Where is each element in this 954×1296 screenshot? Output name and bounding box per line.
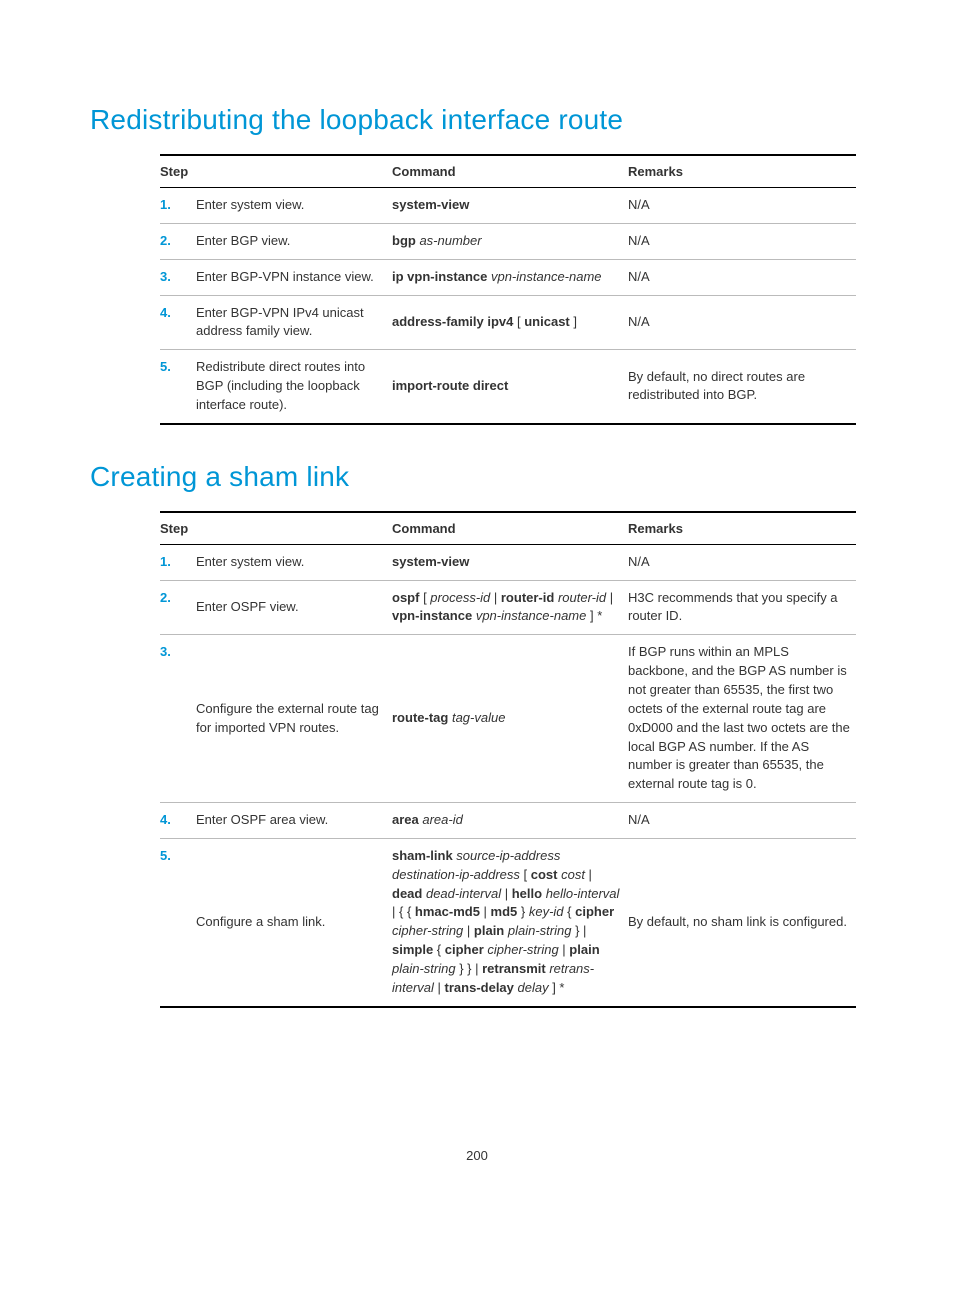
command-text: bgp as-number — [392, 223, 628, 259]
step-text: Redistribute direct routes into BGP (inc… — [196, 350, 392, 424]
command-text: sham-link source-ip-address destination-… — [392, 838, 628, 1006]
step-number: 2. — [160, 580, 196, 635]
th-command: Command — [392, 155, 628, 188]
table-row: 3.Enter BGP-VPN instance view.ip vpn-ins… — [160, 259, 856, 295]
command-text: system-view — [392, 188, 628, 224]
step-text: Enter system view. — [196, 544, 392, 580]
table-row: 2.Enter BGP view.bgp as-numberN/A — [160, 223, 856, 259]
step-number: 3. — [160, 259, 196, 295]
th-remarks: Remarks — [628, 155, 856, 188]
step-number: 1. — [160, 544, 196, 580]
table-sham-link: Step Command Remarks 1.Enter system view… — [160, 511, 856, 1008]
step-text: Enter BGP-VPN IPv4 unicast address famil… — [196, 295, 392, 350]
step-text: Configure the external route tag for imp… — [196, 635, 392, 803]
command-text: ospf [ process-id | router-id router-id … — [392, 580, 628, 635]
table-row: 4.Enter BGP-VPN IPv4 unicast address fam… — [160, 295, 856, 350]
remarks-text: N/A — [628, 544, 856, 580]
remarks-text: N/A — [628, 259, 856, 295]
table-row: 5.Redistribute direct routes into BGP (i… — [160, 350, 856, 424]
remarks-text: N/A — [628, 223, 856, 259]
table-row: 2.Enter OSPF view.ospf [ process-id | ro… — [160, 580, 856, 635]
remarks-text: N/A — [628, 188, 856, 224]
heading-redistributing: Redistributing the loopback interface ro… — [90, 104, 864, 136]
table-redistributing: Step Command Remarks 1.Enter system view… — [160, 154, 856, 425]
remarks-text: N/A — [628, 803, 856, 839]
step-number: 2. — [160, 223, 196, 259]
step-text: Enter BGP-VPN instance view. — [196, 259, 392, 295]
step-text: Enter OSPF view. — [196, 580, 392, 635]
step-number: 4. — [160, 803, 196, 839]
step-text: Enter system view. — [196, 188, 392, 224]
command-text: area area-id — [392, 803, 628, 839]
remarks-text: N/A — [628, 295, 856, 350]
step-text: Configure a sham link. — [196, 838, 392, 1006]
step-number: 5. — [160, 350, 196, 424]
th-command: Command — [392, 512, 628, 545]
command-text: address-family ipv4 [ unicast ] — [392, 295, 628, 350]
step-number: 4. — [160, 295, 196, 350]
page-number: 200 — [90, 1148, 864, 1163]
command-text: system-view — [392, 544, 628, 580]
command-text: route-tag tag-value — [392, 635, 628, 803]
remarks-text: If BGP runs within an MPLS backbone, and… — [628, 635, 856, 803]
step-text: Enter BGP view. — [196, 223, 392, 259]
table-row: 4.Enter OSPF area view.area area-idN/A — [160, 803, 856, 839]
step-text: Enter OSPF area view. — [196, 803, 392, 839]
table-row: 5.Configure a sham link.sham-link source… — [160, 838, 856, 1006]
table-row: 1.Enter system view.system-viewN/A — [160, 188, 856, 224]
remarks-text: By default, no sham link is configured. — [628, 838, 856, 1006]
remarks-text: H3C recommends that you specify a router… — [628, 580, 856, 635]
th-step: Step — [160, 512, 392, 545]
step-number: 3. — [160, 635, 196, 803]
command-text: import-route direct — [392, 350, 628, 424]
step-number: 5. — [160, 838, 196, 1006]
command-text: ip vpn-instance vpn-instance-name — [392, 259, 628, 295]
heading-sham-link: Creating a sham link — [90, 461, 864, 493]
table-row: 3.Configure the external route tag for i… — [160, 635, 856, 803]
th-step: Step — [160, 155, 392, 188]
step-number: 1. — [160, 188, 196, 224]
th-remarks: Remarks — [628, 512, 856, 545]
remarks-text: By default, no direct routes are redistr… — [628, 350, 856, 424]
table-row: 1.Enter system view.system-viewN/A — [160, 544, 856, 580]
